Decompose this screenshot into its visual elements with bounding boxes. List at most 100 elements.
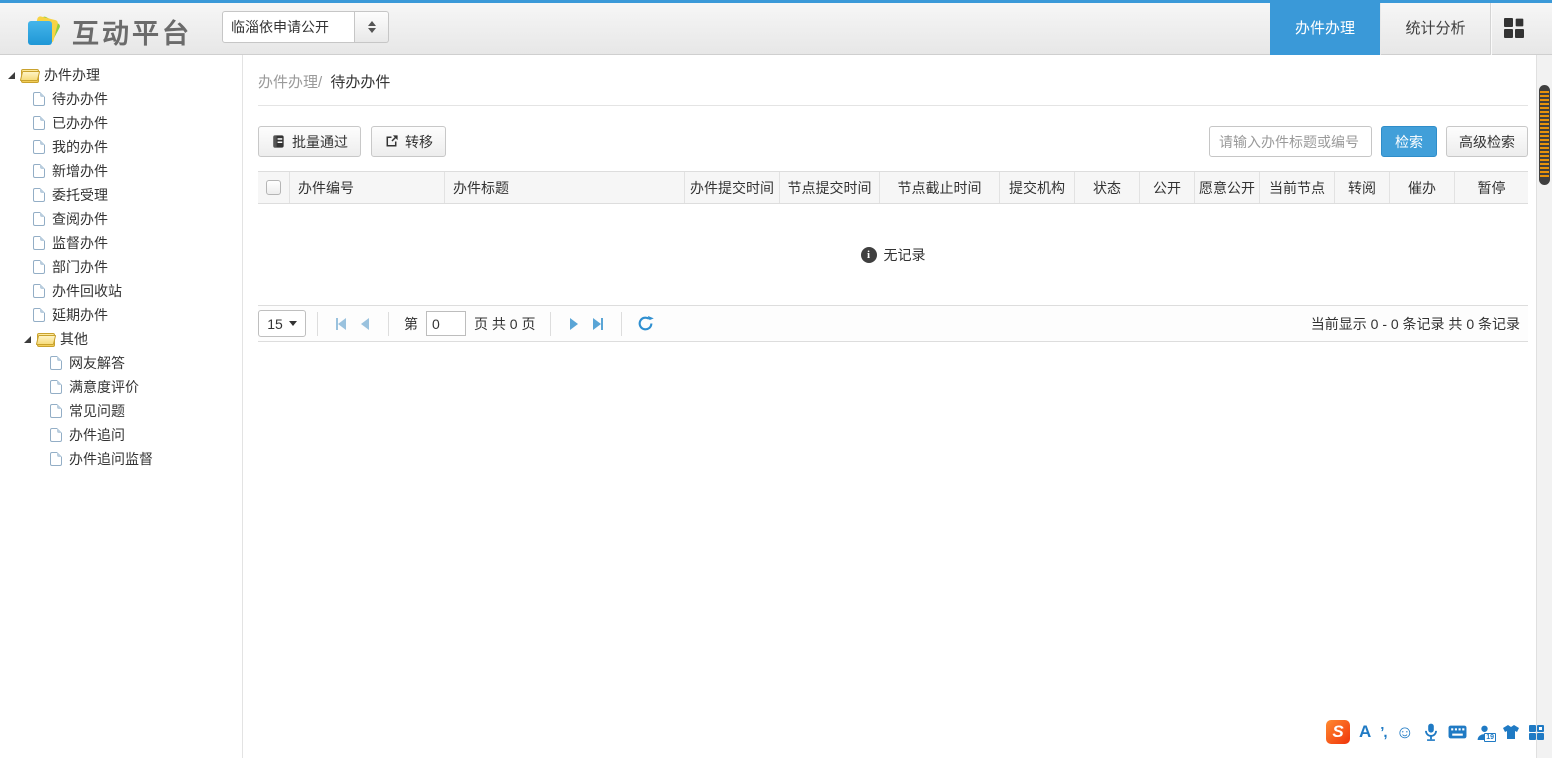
col-submit-time[interactable]: 办件提交时间 xyxy=(685,172,780,203)
tree-item-entrusted-acceptance[interactable]: 委托受理 xyxy=(0,183,242,207)
breadcrumb-divider xyxy=(258,105,1528,106)
pagination-divider xyxy=(317,312,318,336)
last-page-button[interactable] xyxy=(586,312,610,336)
batch-approve-label: 批量通过 xyxy=(292,132,348,152)
page-size-value: 15 xyxy=(267,316,283,332)
refresh-icon xyxy=(637,315,654,332)
col-node-deadline[interactable]: 节点截止时间 xyxy=(880,172,1000,203)
col-submit-org[interactable]: 提交机构 xyxy=(1000,172,1075,203)
tree-item-label: 办件追问 xyxy=(69,425,125,445)
folder-open-icon xyxy=(37,333,54,345)
ime-shirt-skin-icon[interactable] xyxy=(1502,724,1520,740)
batch-approve-button[interactable]: 批量通过 xyxy=(258,126,361,157)
advanced-search-button[interactable]: 高级检索 xyxy=(1446,126,1528,157)
col-status[interactable]: 状态 xyxy=(1075,172,1140,203)
search-input[interactable] xyxy=(1209,126,1372,157)
tree-item-faq[interactable]: 常见问题 xyxy=(0,399,242,423)
main-content: 办件办理/ 待办办件 批量通过 转移 检索 高级检索 xyxy=(243,55,1536,758)
first-page-button[interactable] xyxy=(329,312,353,336)
tree-item-netizen-answers[interactable]: 网友解答 xyxy=(0,351,242,375)
vertical-scrollbar-track[interactable] xyxy=(1536,55,1552,758)
tree-item-satisfaction-rating[interactable]: 满意度评价 xyxy=(0,375,242,399)
triangle-left-icon xyxy=(361,318,369,330)
search-button[interactable]: 检索 xyxy=(1381,126,1437,157)
document-icon xyxy=(50,404,62,418)
ime-keyboard-icon[interactable] xyxy=(1448,725,1467,739)
tree-item-review-cases[interactable]: 查阅办件 xyxy=(0,207,242,231)
pagination-divider xyxy=(550,312,551,336)
tree-item-department-cases[interactable]: 部门办件 xyxy=(0,255,242,279)
folders-logo-icon xyxy=(28,17,58,47)
select-all-cell xyxy=(258,172,290,203)
empty-state: i 无记录 xyxy=(258,204,1528,305)
breadcrumb-page: 待办办件 xyxy=(330,74,390,91)
tree-expander-icon[interactable] xyxy=(24,336,31,343)
col-forward-read[interactable]: 转阅 xyxy=(1335,172,1390,203)
action-toolbar: 批量通过 转移 检索 高级检索 xyxy=(258,126,1528,157)
tree-item-label: 办件回收站 xyxy=(52,281,122,301)
page-number-input[interactable] xyxy=(426,311,466,336)
col-pause[interactable]: 暂停 xyxy=(1455,172,1528,203)
cases-table: 办件编号 办件标题 办件提交时间 节点提交时间 节点截止时间 提交机构 状态 公… xyxy=(258,171,1528,305)
col-willing-public[interactable]: 愿意公开 xyxy=(1195,172,1260,203)
folder-open-icon xyxy=(21,69,38,81)
tree-item-my-cases[interactable]: 我的办件 xyxy=(0,135,242,159)
page-label: 第 xyxy=(404,314,418,334)
refresh-button[interactable] xyxy=(633,312,657,336)
tab-statistics[interactable]: 统计分析 xyxy=(1380,0,1490,55)
tree-item-label: 我的办件 xyxy=(52,137,108,157)
next-page-button[interactable] xyxy=(562,312,586,336)
tree-item-supervise-cases[interactable]: 监督办件 xyxy=(0,231,242,255)
tree-item-case-followup[interactable]: 办件追问 xyxy=(0,423,242,447)
search-group: 检索 高级检索 xyxy=(1209,126,1528,157)
apps-menu-button[interactable] xyxy=(1490,0,1536,55)
tree-item-recycle-bin[interactable]: 办件回收站 xyxy=(0,279,242,303)
tab-case-handling[interactable]: 办件办理 xyxy=(1270,0,1380,55)
select-all-checkbox[interactable] xyxy=(266,180,281,195)
col-public[interactable]: 公开 xyxy=(1140,172,1195,203)
col-node-submit-time[interactable]: 节点提交时间 xyxy=(780,172,880,203)
ime-toolbox-icon[interactable] xyxy=(1529,725,1544,740)
batch-icon xyxy=(271,134,286,149)
document-icon xyxy=(33,308,45,322)
prev-page-button[interactable] xyxy=(353,312,377,336)
ime-language-mode-icon[interactable]: A xyxy=(1359,722,1371,742)
col-case-number[interactable]: 办件编号 xyxy=(290,172,445,203)
document-icon xyxy=(33,116,45,130)
stepper-down-icon xyxy=(368,28,376,33)
col-urge[interactable]: 催办 xyxy=(1390,172,1455,203)
site-selector[interactable]: 临淄依申请公开 xyxy=(222,11,389,43)
document-icon xyxy=(33,236,45,250)
site-selector-value[interactable]: 临淄依申请公开 xyxy=(222,11,355,43)
page-size-select[interactable]: 15 xyxy=(258,310,306,337)
ime-microphone-icon[interactable] xyxy=(1423,723,1439,741)
col-case-title[interactable]: 办件标题 xyxy=(445,172,685,203)
tree-item-case-followup-supervision[interactable]: 办件追问监督 xyxy=(0,447,242,471)
pagination-bar: 15 第 页 共 0 页 当前显示 0 - 0 条记录 共 0 条记录 xyxy=(258,305,1528,342)
tree-item-pending-cases[interactable]: 待办办件 xyxy=(0,87,242,111)
tree-folder-other[interactable]: 其他 xyxy=(0,327,242,351)
app-title: 互动平台 xyxy=(72,12,192,51)
triangle-left-icon xyxy=(338,318,346,330)
ime-skin-account-icon[interactable]: 19 xyxy=(1476,724,1493,741)
col-current-node[interactable]: 当前节点 xyxy=(1260,172,1335,203)
ime-emoji-icon[interactable]: ☺ xyxy=(1396,722,1414,743)
transfer-button[interactable]: 转移 xyxy=(371,126,446,157)
document-icon xyxy=(33,164,45,178)
sogou-logo-icon[interactable]: S xyxy=(1326,720,1350,744)
tree-item-delayed-cases[interactable]: 延期办件 xyxy=(0,303,242,327)
chevron-down-icon xyxy=(289,321,297,326)
tree-expander-icon[interactable] xyxy=(8,72,15,79)
tree-item-label: 满意度评价 xyxy=(69,377,139,397)
tree-item-label: 新增办件 xyxy=(52,161,108,181)
tree-item-new-case[interactable]: 新增办件 xyxy=(0,159,242,183)
tree-folder-case-handling[interactable]: 办件办理 xyxy=(0,63,242,87)
ime-punctuation-icon[interactable]: ’, xyxy=(1380,724,1386,741)
table-header-row: 办件编号 办件标题 办件提交时间 节点提交时间 节点截止时间 提交机构 状态 公… xyxy=(258,171,1528,204)
tree-item-label: 已办办件 xyxy=(52,113,108,133)
site-selector-stepper[interactable] xyxy=(355,11,389,43)
tree-item-done-cases[interactable]: 已办办件 xyxy=(0,111,242,135)
document-icon xyxy=(50,356,62,370)
vertical-scrollbar-thumb[interactable] xyxy=(1539,85,1550,185)
last-page-icon xyxy=(601,318,603,330)
